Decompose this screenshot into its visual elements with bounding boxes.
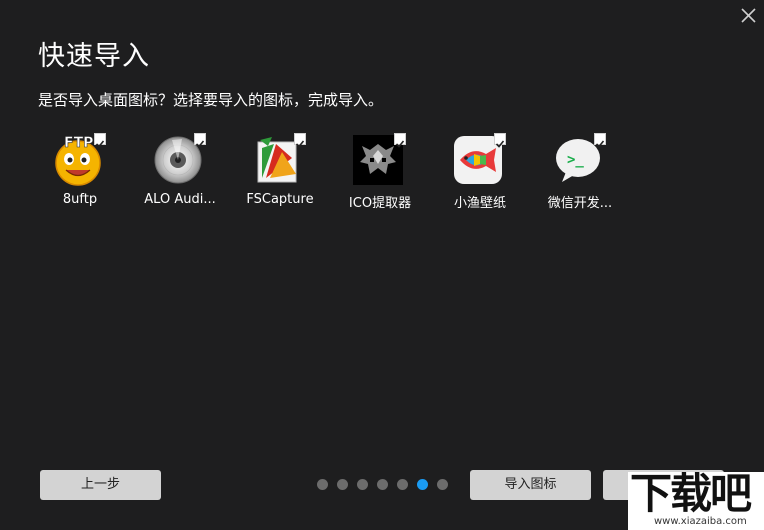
dialog-subtitle: 是否导入桌面图标？选择要导入的图标，完成导入。 — [38, 91, 384, 109]
icon-label: 微信开发... — [547, 196, 613, 211]
icon-item-fscapture[interactable]: FSCapture — [230, 132, 330, 212]
page-dot-5[interactable] — [397, 479, 408, 490]
icon-checkbox[interactable] — [594, 133, 606, 148]
prev-step-button[interactable]: 上一步 — [40, 470, 161, 500]
icon-label: 8uftp — [62, 192, 98, 207]
icon-item-alo-audio[interactable]: ALO Audi... — [130, 132, 230, 212]
icon-item-wechat-devtools[interactable]: >_ 微信开发... — [530, 132, 630, 212]
check-icon — [195, 140, 205, 148]
icon-checkbox[interactable] — [294, 133, 306, 148]
check-icon — [595, 140, 605, 148]
page-dot-2[interactable] — [337, 479, 348, 490]
page-dot-6-active[interactable] — [417, 479, 428, 490]
icon-label: ICO提取器 — [348, 196, 412, 211]
watermark-main-text: 下载吧 — [630, 472, 752, 518]
import-icons-button[interactable]: 导入图标 — [470, 470, 591, 500]
icon-label: 小渔壁纸 — [453, 196, 506, 211]
check-icon — [295, 140, 305, 148]
pagination-dots — [315, 479, 455, 491]
icon-item-8uftp[interactable]: FTP 8uftp — [30, 132, 130, 212]
quick-import-dialog: 快速导入 是否导入桌面图标？选择要导入的图标，完成导入。 FTP 8uftp A… — [0, 0, 764, 530]
check-icon — [95, 140, 105, 148]
dialog-title: 快速导入 — [38, 41, 150, 72]
icon-item-fish-wallpaper[interactable]: 小渔壁纸 — [430, 132, 530, 212]
icon-label: FSCapture — [246, 192, 314, 207]
page-dot-1[interactable] — [317, 479, 328, 490]
devtools-prompt-text: >_ — [567, 152, 584, 168]
page-dot-7[interactable] — [437, 479, 448, 490]
check-icon — [495, 140, 505, 148]
watermark-logo: 下载吧 www.xiazaiba.com — [628, 472, 764, 530]
icon-label: ALO Audi... — [144, 192, 216, 207]
icon-checkbox[interactable] — [394, 133, 406, 148]
icon-checkbox[interactable] — [494, 133, 506, 148]
page-dot-3[interactable] — [357, 479, 368, 490]
watermark-url: www.xiazaiba.com — [654, 516, 747, 527]
icon-item-ico-extractor[interactable]: ICO提取器 — [330, 132, 430, 212]
ftp-overlay-text: FTP — [64, 135, 93, 151]
page-dot-4[interactable] — [377, 479, 388, 490]
check-icon — [395, 140, 405, 148]
close-icon[interactable] — [735, 2, 761, 28]
icon-checkbox[interactable] — [194, 133, 206, 148]
icon-checkbox[interactable] — [94, 133, 106, 148]
